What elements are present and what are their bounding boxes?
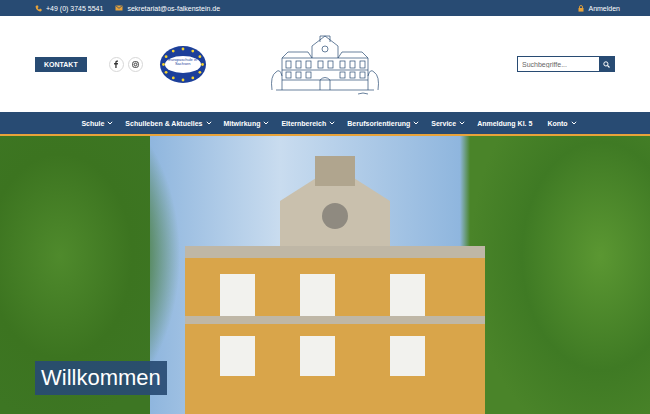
nav-item[interactable]: Mitwirkung <box>224 120 270 127</box>
login-link[interactable]: Anmelden <box>578 5 620 12</box>
contact-info: +49 (0) 3745 5541 sekretariat@os-falkenst… <box>35 5 220 12</box>
nav-item[interactable]: Elternbereich <box>281 120 335 127</box>
chevron-down-icon <box>107 121 113 125</box>
phone-icon <box>35 5 42 12</box>
hero-image: Willkommen <box>0 136 650 414</box>
social-links <box>109 57 143 72</box>
header-left: KONTAKT Europaschule in Sachsen <box>35 46 268 83</box>
welcome-title: Willkommen <box>35 361 167 395</box>
chevron-down-icon <box>459 121 465 125</box>
search-button[interactable] <box>599 57 614 71</box>
nav-label[interactable]: Mitwirkung <box>224 120 261 127</box>
nav-label[interactable]: Schule <box>81 120 104 127</box>
europaschule-logo[interactable]: Europaschule in Sachsen <box>160 46 206 83</box>
top-bar: +49 (0) 3745 5541 sekretariat@os-falkenst… <box>0 0 650 16</box>
contact-button[interactable]: KONTAKT <box>35 57 87 72</box>
chevron-down-icon <box>571 121 577 125</box>
phone-number[interactable]: +49 (0) 3745 5541 <box>46 5 103 12</box>
chevron-down-icon <box>329 121 335 125</box>
nav-label[interactable]: Service <box>431 120 456 127</box>
chevron-down-icon <box>206 121 212 125</box>
school-building-logo[interactable] <box>268 32 382 96</box>
magnifier-icon <box>603 61 610 68</box>
search-input[interactable] <box>518 57 599 71</box>
nav-label[interactable]: Konto <box>547 120 567 127</box>
nav-item[interactable]: Service <box>431 120 465 127</box>
header-right <box>382 56 615 72</box>
nav-item[interactable]: Schule <box>81 120 113 127</box>
email-link[interactable]: sekretariat@os-falkenstein.de <box>115 5 220 12</box>
nav-item[interactable]: Schulleben & Aktuelles <box>125 120 211 127</box>
mail-icon <box>115 5 123 11</box>
main-nav: Schule Schulleben & Aktuelles Mitwirkung El… <box>0 112 650 136</box>
instagram-icon <box>132 61 139 68</box>
phone-link[interactable]: +49 (0) 3745 5541 <box>35 5 103 12</box>
nav-label[interactable]: Berufsorientierung <box>347 120 410 127</box>
facebook-icon <box>113 60 119 68</box>
chevron-down-icon <box>413 121 419 125</box>
logo-caption: Europaschule in Sachsen <box>165 56 201 73</box>
nav-item[interactable]: Konto <box>547 120 576 127</box>
account-links: Anmelden <box>578 5 620 12</box>
building-photo <box>185 156 485 414</box>
nav-item[interactable]: Berufsorientierung <box>347 120 419 127</box>
nav-label[interactable]: Elternbereich <box>281 120 326 127</box>
chevron-down-icon <box>263 121 269 125</box>
nav-label[interactable]: Schulleben & Aktuelles <box>125 120 202 127</box>
nav-label[interactable]: Anmeldung Kl. 5 <box>477 120 532 127</box>
nav-item[interactable]: Anmeldung Kl. 5 <box>477 120 535 127</box>
site-header: KONTAKT Europaschule in Sachsen <box>0 16 650 112</box>
lock-icon <box>578 5 584 12</box>
email-address[interactable]: sekretariat@os-falkenstein.de <box>127 5 220 12</box>
search-form <box>517 56 615 72</box>
facebook-link[interactable] <box>109 57 124 72</box>
instagram-link[interactable] <box>128 57 143 72</box>
login-label[interactable]: Anmelden <box>588 5 620 12</box>
